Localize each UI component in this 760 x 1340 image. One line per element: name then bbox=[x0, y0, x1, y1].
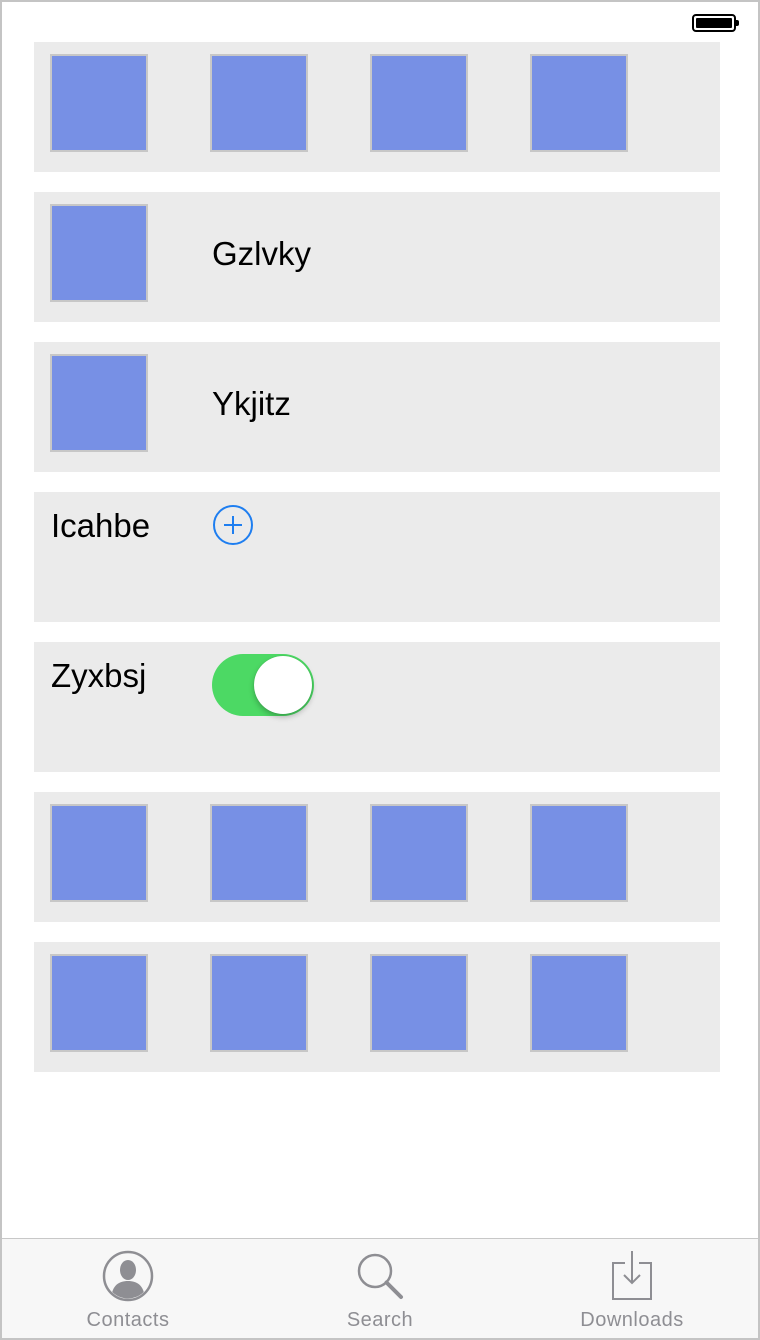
cell-label: Icahbe bbox=[51, 507, 151, 544]
image-thumbnail[interactable] bbox=[530, 804, 628, 902]
downloads-icon bbox=[605, 1249, 659, 1308]
toggle-switch[interactable] bbox=[212, 654, 314, 716]
image-thumbnail[interactable] bbox=[50, 54, 148, 152]
tab-label: Downloads bbox=[580, 1309, 684, 1331]
phone-screen: Gzlvky Ykjitz Icahbe Zyxbsj Contacts Sea… bbox=[0, 0, 760, 1340]
image-thumbnail[interactable] bbox=[530, 54, 628, 152]
image-row-cell[interactable] bbox=[34, 792, 720, 922]
label-toggle-cell: Zyxbsj bbox=[34, 642, 720, 772]
tab-label: Contacts bbox=[86, 1309, 170, 1331]
status-bar bbox=[2, 2, 758, 42]
cell-label: Ykjitz bbox=[212, 385, 291, 422]
image-thumbnail[interactable] bbox=[530, 954, 628, 1052]
table-view[interactable]: Gzlvky Ykjitz Icahbe Zyxbsj bbox=[34, 42, 720, 1092]
tab-bar: Contacts Search Downloads bbox=[2, 1238, 758, 1338]
cell-label: Gzlvky bbox=[212, 235, 311, 272]
tab-label: Search bbox=[346, 1309, 414, 1331]
label-add-cell: Icahbe bbox=[34, 492, 720, 622]
plus-circle-icon[interactable] bbox=[213, 505, 253, 545]
cell-label: Zyxbsj bbox=[51, 657, 147, 694]
tab-contacts[interactable]: Contacts bbox=[2, 1239, 254, 1338]
image-label-cell[interactable]: Gzlvky bbox=[34, 192, 720, 322]
search-icon bbox=[353, 1249, 407, 1308]
tab-search[interactable]: Search bbox=[254, 1239, 506, 1338]
image-row-cell[interactable] bbox=[34, 942, 720, 1072]
image-thumbnail[interactable] bbox=[50, 354, 148, 452]
image-thumbnail[interactable] bbox=[50, 804, 148, 902]
toggle-knob[interactable] bbox=[254, 656, 312, 714]
battery-icon bbox=[692, 14, 739, 32]
image-thumbnail[interactable] bbox=[370, 804, 468, 902]
image-thumbnail[interactable] bbox=[210, 954, 308, 1052]
image-label-cell[interactable]: Ykjitz bbox=[34, 342, 720, 472]
image-thumbnail[interactable] bbox=[50, 204, 148, 302]
image-row-cell[interactable] bbox=[34, 42, 720, 172]
image-thumbnail[interactable] bbox=[370, 54, 468, 152]
image-thumbnail[interactable] bbox=[370, 954, 468, 1052]
image-thumbnail[interactable] bbox=[210, 804, 308, 902]
image-thumbnail[interactable] bbox=[50, 954, 148, 1052]
tab-downloads[interactable]: Downloads bbox=[506, 1239, 758, 1338]
image-thumbnail[interactable] bbox=[210, 54, 308, 152]
contacts-icon bbox=[101, 1249, 155, 1308]
